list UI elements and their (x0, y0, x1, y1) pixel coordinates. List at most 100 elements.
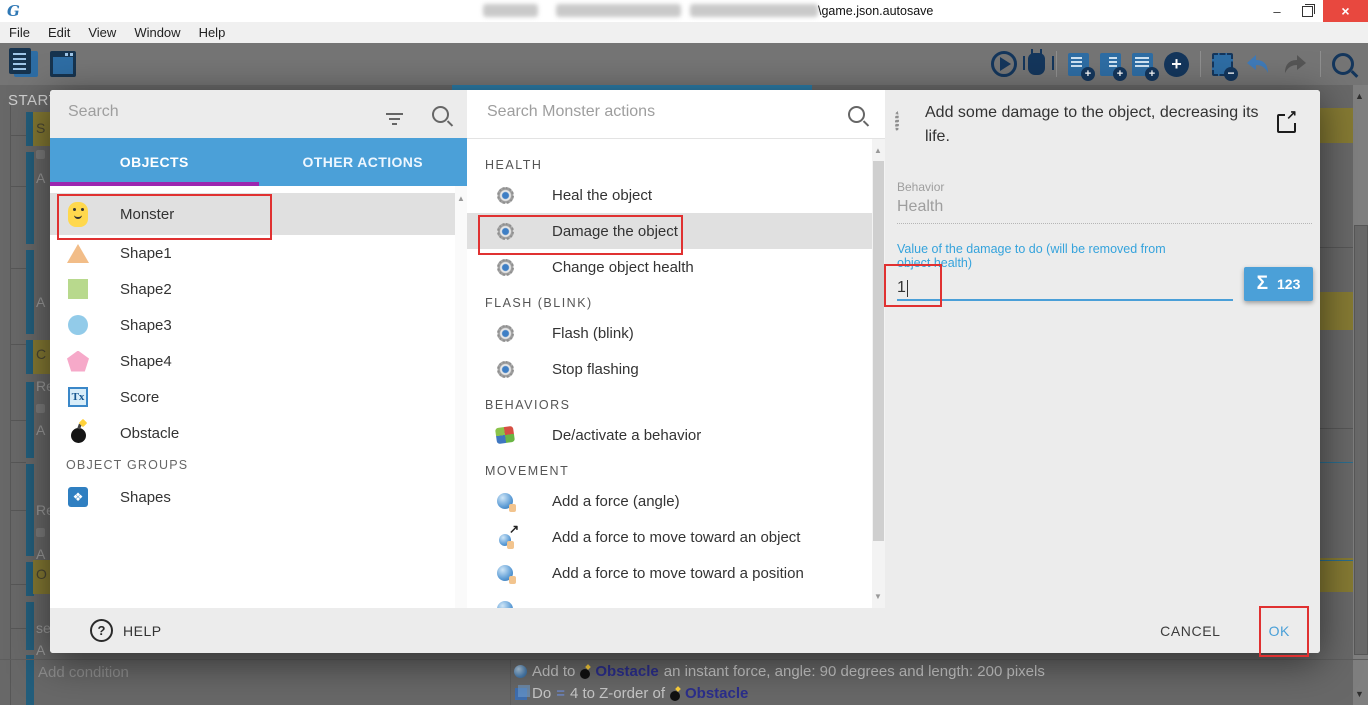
bomb-icon (580, 669, 590, 679)
expression-editor-button[interactable]: Σ 123 (1244, 267, 1313, 301)
filter-icon[interactable] (386, 113, 403, 115)
gear-icon (497, 223, 514, 240)
maximize-icon (1302, 6, 1313, 17)
add-standard-event-icon[interactable] (1132, 53, 1153, 76)
behavior-select-underline (897, 223, 1312, 224)
force-icon (497, 601, 513, 608)
comment-event-fragment (1320, 292, 1353, 330)
damage-value-input[interactable]: 1 (897, 271, 1233, 301)
action-search-input[interactable] (485, 102, 809, 122)
section-behaviors: BEHAVIORS (467, 393, 872, 417)
search-icon[interactable] (848, 106, 865, 123)
scrollbar-thumb[interactable] (1354, 225, 1368, 655)
behavior-label: Behavior (897, 180, 944, 194)
object-selector-panel: OBJECTS OTHER ACTIONS Monster Shape1 Sha… (50, 90, 467, 608)
object-row-shape2[interactable]: Shape2 (50, 271, 455, 307)
object-row-obstacle[interactable]: Obstacle (50, 415, 455, 451)
project-events-icon[interactable] (14, 51, 38, 77)
force-icon (497, 565, 513, 581)
object-list-scrollbar[interactable]: ▲ (455, 186, 467, 608)
dialog-footer: HELP CANCEL OK (50, 608, 1320, 653)
redacted-title-segment (690, 4, 818, 17)
object-row-shape1[interactable]: Shape1 (50, 235, 455, 271)
menu-view[interactable]: View (79, 25, 125, 40)
menu-file[interactable]: File (0, 25, 39, 40)
object-row-shape4[interactable]: Shape4 (50, 343, 455, 379)
delete-event-icon[interactable] (1212, 53, 1233, 76)
add-sub-event-icon[interactable] (1100, 53, 1121, 76)
comment-event-fragment (1320, 558, 1353, 592)
menu-help[interactable]: Help (190, 25, 235, 40)
action-list-scrollbar[interactable]: ▲ ▼ (872, 139, 885, 608)
object-row-shape3[interactable]: Shape3 (50, 307, 455, 343)
cancel-button[interactable]: CANCEL (1160, 623, 1220, 639)
scroll-up-icon[interactable]: ▲ (1355, 91, 1364, 101)
scene-editor-icon[interactable] (50, 51, 76, 77)
add-comment-event-icon[interactable] (1068, 53, 1089, 76)
bomb-icon (670, 691, 680, 701)
help-button[interactable]: HELP (90, 619, 162, 642)
force-icon (514, 665, 527, 678)
action-row-change-health[interactable]: Change object health (467, 249, 872, 285)
action-row-force-object[interactable]: Add a force to move toward an object (467, 519, 872, 555)
search-icon[interactable] (432, 106, 449, 123)
pentagon-icon (67, 351, 89, 372)
action-row-deactivate-behavior[interactable]: De/activate a behavior (467, 417, 872, 453)
action-parameters-panel: Add some damage to the object, decreasin… (885, 90, 1320, 608)
tab-other-actions[interactable]: OTHER ACTIONS (259, 138, 468, 186)
menu-edit[interactable]: Edit (39, 25, 79, 40)
comment-event-fragment (1320, 108, 1353, 143)
group-row-shapes[interactable]: Shapes (50, 479, 455, 515)
scroll-down-icon[interactable]: ▼ (1355, 689, 1364, 699)
object-search-input[interactable] (66, 102, 370, 122)
scroll-up-icon[interactable]: ▲ (457, 194, 465, 203)
redacted-title-segment (556, 4, 681, 17)
object-group-icon (68, 487, 88, 507)
scroll-up-icon[interactable]: ▲ (874, 146, 882, 155)
tab-objects[interactable]: OBJECTS (50, 138, 259, 186)
object-groups-header: OBJECT GROUPS (50, 451, 455, 479)
event-sheet-scrollbar[interactable]: ▲ ▼ (1353, 85, 1368, 705)
debug-icon[interactable] (1028, 53, 1045, 75)
object-row-score[interactable]: Tx Score (50, 379, 455, 415)
action-description: Add some damage to the object, decreasin… (925, 101, 1270, 149)
play-icon[interactable] (991, 51, 1017, 77)
redacted-title-segment (483, 4, 538, 17)
search-icon[interactable] (1332, 53, 1354, 75)
monster-icon (68, 202, 88, 227)
action-row-heal[interactable]: Heal the object (467, 177, 872, 213)
text-cursor (907, 280, 908, 297)
action-row-damage[interactable]: Damage the object (467, 213, 872, 249)
ok-button[interactable]: OK (1269, 623, 1290, 639)
scrollbar-thumb[interactable] (873, 161, 884, 541)
gdevelop-logo-icon: G (7, 2, 20, 20)
scroll-down-icon[interactable]: ▼ (874, 592, 882, 601)
action-row-flash[interactable]: Flash (blink) (467, 315, 872, 351)
action-row-partial[interactable] (467, 591, 872, 608)
action-search-bar (467, 90, 885, 139)
add-circle-icon[interactable]: + (1164, 52, 1189, 77)
close-button[interactable]: × (1323, 0, 1368, 22)
add-condition-link: Add condition (38, 664, 129, 681)
object-search-bar (50, 90, 467, 138)
menu-window[interactable]: Window (125, 25, 189, 40)
undo-icon[interactable] (1244, 53, 1271, 75)
redo-icon[interactable] (1282, 53, 1309, 75)
circle-icon (68, 315, 88, 335)
text-object-icon: Tx (68, 387, 88, 407)
square-icon (68, 279, 88, 299)
action-row-force-angle[interactable]: Add a force (angle) (467, 483, 872, 519)
action-list: HEALTH Heal the object Damage the object… (467, 139, 872, 608)
object-tabs: OBJECTS OTHER ACTIONS (50, 138, 467, 186)
selected-event-outline (1319, 462, 1354, 561)
gear-icon (497, 325, 514, 342)
minimize-button[interactable]: – (1262, 0, 1292, 22)
action-row-stop-flashing[interactable]: Stop flashing (467, 351, 872, 387)
window-titlebar: G \game.json.autosave – × (0, 0, 1368, 22)
object-row-monster[interactable]: Monster (50, 193, 455, 235)
maximize-button[interactable] (1292, 0, 1322, 22)
gear-icon (895, 113, 899, 131)
action-row-force-position[interactable]: Add a force to move toward a position (467, 555, 872, 591)
action-selector-panel: HEALTH Heal the object Damage the object… (467, 90, 885, 608)
open-in-new-icon[interactable] (1277, 114, 1296, 133)
